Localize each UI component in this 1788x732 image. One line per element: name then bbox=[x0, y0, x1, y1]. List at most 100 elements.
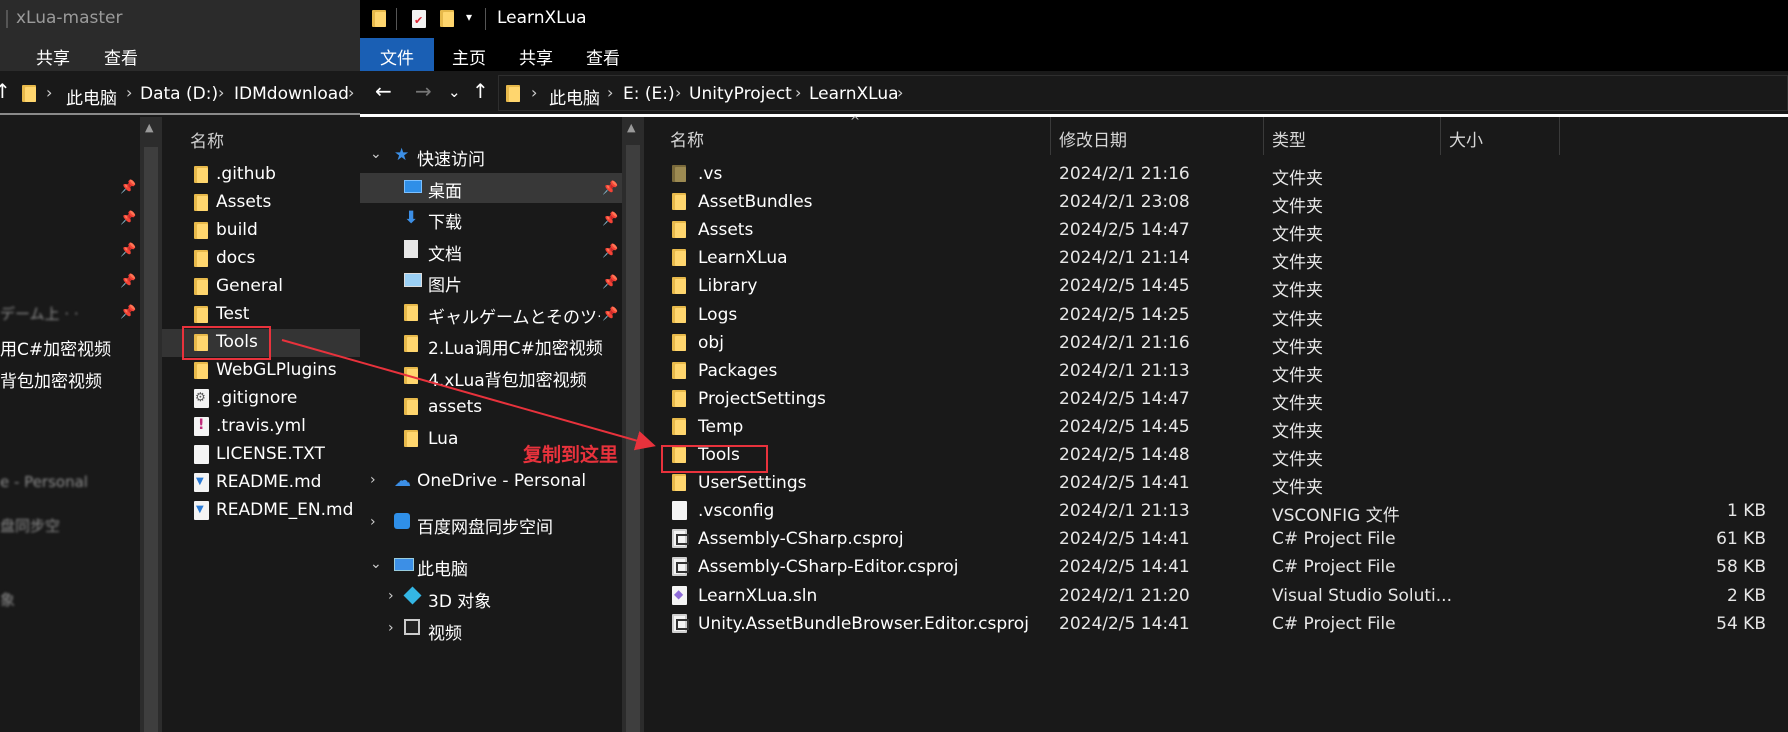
left-address-bar[interactable]: › 此电脑 › Data (D:) › IDMdownload › bbox=[16, 76, 360, 110]
file-name: .vs bbox=[698, 164, 723, 184]
column-header-type[interactable]: 类型 bbox=[1272, 126, 1306, 151]
scroll-up-icon[interactable]: ▲ bbox=[145, 121, 153, 134]
nav-item[interactable]: 2.Lua调用C#加密视频 bbox=[360, 330, 622, 360]
table-row[interactable]: Unity.AssetBundleBrowser.Editor.csproj 20… bbox=[644, 611, 1788, 639]
chevron-right-icon[interactable]: › bbox=[388, 588, 394, 604]
blurred-nav-item: デーム上 · · bbox=[0, 305, 79, 323]
folder-icon bbox=[672, 248, 686, 267]
nav-item[interactable]: 图片 📌 bbox=[360, 267, 622, 297]
breadcrumb-item[interactable]: Data (D:) bbox=[140, 84, 218, 104]
nav-item[interactable]: 文档 📌 bbox=[360, 236, 622, 266]
recent-locations-chevron-icon[interactable]: ⌄ bbox=[448, 83, 461, 101]
chevron-right-icon: › bbox=[675, 83, 682, 102]
breadcrumb-item[interactable]: LearnXLua bbox=[809, 84, 899, 104]
tab-view[interactable]: 查看 bbox=[586, 44, 620, 69]
folder-icon bbox=[672, 305, 686, 323]
table-row[interactable]: Temp 2024/2/5 14:45 文件夹 bbox=[644, 414, 1788, 442]
tab-home[interactable]: 主页 bbox=[452, 44, 486, 69]
table-row[interactable]: Tools 2024/2/5 14:48 文件夹 bbox=[644, 442, 1788, 470]
column-divider[interactable] bbox=[1440, 117, 1441, 155]
column-header-name[interactable]: 名称 bbox=[670, 126, 704, 151]
nav-scrollbar[interactable]: ▲ bbox=[622, 117, 644, 732]
left-tab-share[interactable]: 共享 bbox=[36, 44, 70, 69]
nav-item[interactable]: › 视频 bbox=[360, 615, 622, 645]
folder-icon bbox=[672, 220, 686, 239]
table-row[interactable]: Packages 2024/2/1 21:13 文件夹 bbox=[644, 358, 1788, 386]
breadcrumb-item[interactable]: E: (E:) bbox=[623, 84, 675, 104]
main-address-bar[interactable]: › 此电脑 › E: (E:) › UnityProject › LearnXL… bbox=[498, 75, 1788, 111]
up-arrow-icon[interactable]: ↑ bbox=[472, 79, 489, 103]
new-folder-icon[interactable] bbox=[440, 9, 454, 27]
table-row[interactable]: obj 2024/2/1 21:16 文件夹 bbox=[644, 330, 1788, 358]
file-type: 文件夹 bbox=[1272, 281, 1323, 302]
left-nav-scrollbar[interactable]: ▲ bbox=[140, 117, 162, 732]
table-row[interactable]: AssetBundles 2024/2/1 23:08 文件夹 bbox=[644, 189, 1788, 217]
nav-item[interactable]: 4.xLua背包加密视频 bbox=[360, 362, 622, 392]
table-row[interactable]: Assets 2024/2/5 14:47 文件夹 bbox=[644, 217, 1788, 245]
left-window-title: xLua-master bbox=[16, 8, 123, 28]
file-name: AssetBundles bbox=[698, 192, 813, 213]
nav-item[interactable]: ⌄ ★ 快速访问 bbox=[360, 141, 622, 171]
left-tab-view[interactable]: 查看 bbox=[104, 44, 138, 69]
chevron-down-icon[interactable]: ⌄ bbox=[370, 146, 382, 162]
left-item-name: docs bbox=[216, 248, 256, 268]
column-header-size[interactable]: 大小 bbox=[1449, 126, 1483, 151]
folder-icon bbox=[404, 366, 418, 389]
nav-item[interactable]: › ☁ OneDrive - Personal bbox=[360, 467, 622, 497]
nav-item[interactable]: ⬇ 下载 📌 bbox=[360, 204, 622, 234]
folder-icon bbox=[194, 277, 208, 295]
breadcrumb-item[interactable]: 此电脑 bbox=[549, 84, 600, 109]
back-arrow-icon[interactable]: ← bbox=[375, 79, 392, 103]
table-row[interactable]: .vsconfig 2024/2/1 21:13 VSCONFIG 文件 1 KB bbox=[644, 498, 1788, 526]
table-row[interactable]: Assembly-CSharp.csproj 2024/2/5 14:41 C# P… bbox=[644, 526, 1788, 554]
nav-item-fragment[interactable]: 背包加密视频 bbox=[0, 367, 102, 392]
table-row[interactable]: LearnXLua 2024/2/1 21:14 文件夹 bbox=[644, 245, 1788, 273]
file-name: Logs bbox=[698, 304, 738, 325]
forward-arrow-icon[interactable]: → bbox=[415, 79, 432, 103]
table-row[interactable]: Assembly-CSharp-Editor.csproj 2024/2/5 14… bbox=[644, 554, 1788, 582]
nav-item[interactable]: ギャルゲームとそのツー 📌 bbox=[360, 299, 622, 329]
folder-icon bbox=[506, 84, 520, 102]
file-icon bbox=[194, 445, 209, 464]
table-row[interactable]: LearnXLua.sln 2024/2/1 21:20 Visual Studio… bbox=[644, 583, 1788, 611]
quick-access-dropdown-icon[interactable]: ▾ bbox=[466, 10, 472, 24]
column-divider[interactable] bbox=[1050, 117, 1051, 155]
column-header-date[interactable]: 修改日期 bbox=[1059, 126, 1127, 151]
table-row[interactable]: UserSettings 2024/2/5 14:41 文件夹 bbox=[644, 470, 1788, 498]
table-row[interactable]: Library 2024/2/5 14:45 文件夹 bbox=[644, 273, 1788, 301]
scroll-up-icon[interactable]: ▲ bbox=[627, 121, 635, 134]
breadcrumb-item[interactable]: UnityProject bbox=[689, 84, 792, 104]
nav-item[interactable]: › 百度网盘同步空间 bbox=[360, 509, 622, 539]
table-row[interactable]: Logs 2024/2/5 14:25 文件夹 bbox=[644, 302, 1788, 330]
nav-item[interactable]: assets bbox=[360, 393, 622, 423]
chevron-right-icon[interactable]: › bbox=[370, 472, 376, 488]
sort-ascending-icon: ^ bbox=[850, 114, 861, 128]
chevron-right-icon[interactable]: › bbox=[388, 620, 394, 636]
breadcrumb-item[interactable]: IDMdownload bbox=[234, 84, 349, 104]
table-row[interactable]: .vs 2024/2/1 21:16 文件夹 bbox=[644, 161, 1788, 189]
pin-icon: 📌 bbox=[120, 274, 137, 289]
nav-item-label: Lua bbox=[428, 428, 459, 449]
table-row[interactable]: ProjectSettings 2024/2/5 14:47 文件夹 bbox=[644, 386, 1788, 414]
left-up-arrow-icon[interactable]: ↑ bbox=[0, 79, 11, 103]
tab-share[interactable]: 共享 bbox=[519, 44, 553, 69]
nav-item[interactable]: ⌄ 此电脑 bbox=[360, 551, 622, 581]
nav-item[interactable]: › 3D 对象 bbox=[360, 583, 622, 613]
breadcrumb-item[interactable]: 此电脑 bbox=[66, 84, 117, 109]
chevron-right-icon: › bbox=[46, 83, 53, 102]
file-date: 2024/2/1 21:13 bbox=[1059, 360, 1190, 381]
left-address-bar-area: ↑ › 此电脑 › Data (D:) › IDMdownload › bbox=[0, 71, 360, 115]
folder-icon bbox=[672, 333, 686, 351]
chevron-down-icon[interactable]: ⌄ bbox=[370, 556, 382, 572]
tab-file[interactable]: 文件 bbox=[360, 38, 434, 71]
chevron-right-icon[interactable]: › bbox=[370, 514, 376, 530]
chevron-right-icon: › bbox=[795, 83, 802, 102]
column-divider[interactable] bbox=[1559, 117, 1560, 155]
nav-item[interactable]: 桌面 📌 bbox=[360, 172, 622, 203]
left-column-name[interactable]: 名称 bbox=[190, 127, 224, 152]
properties-icon[interactable]: ✔ bbox=[412, 10, 426, 28]
scrollbar-thumb[interactable] bbox=[626, 145, 640, 732]
scrollbar-thumb[interactable] bbox=[144, 147, 158, 732]
nav-item-fragment[interactable]: 用C#加密视频 bbox=[0, 335, 111, 360]
column-divider[interactable] bbox=[1263, 117, 1264, 155]
